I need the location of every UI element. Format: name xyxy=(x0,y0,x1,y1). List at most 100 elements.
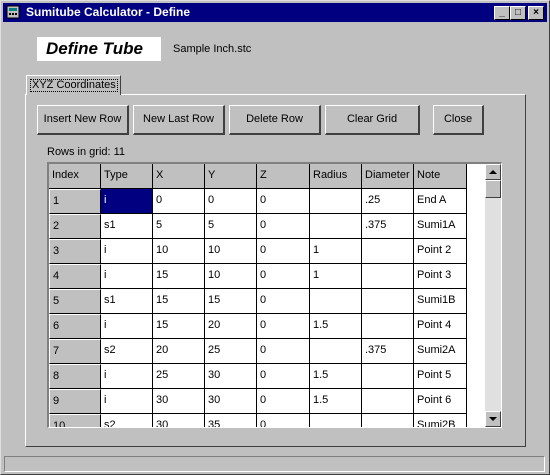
grid-cell[interactable]: 0 xyxy=(257,414,310,427)
column-header[interactable]: X xyxy=(153,164,205,189)
grid-cell[interactable]: Sumi1B xyxy=(414,289,467,314)
grid-cell[interactable]: 0 xyxy=(257,214,310,239)
grid-cell[interactable]: 30 xyxy=(153,414,205,427)
scroll-up-button[interactable] xyxy=(485,164,501,180)
grid-cell[interactable]: s2 xyxy=(101,414,153,427)
tab-xyz-coordinates[interactable]: XYZ Coordinates xyxy=(26,75,121,95)
grid-cell[interactable]: 30 xyxy=(205,364,257,389)
grid-cell[interactable]: .25 xyxy=(362,189,414,214)
grid-cell[interactable] xyxy=(310,289,362,314)
grid-cell[interactable]: i xyxy=(101,189,153,214)
grid-cell[interactable]: i xyxy=(101,364,153,389)
coordinates-grid[interactable]: Index Type X Y Z Radius Diameter Note 1 i 0 0 0.25 En… xyxy=(47,162,502,428)
row-index-cell[interactable]: 4 xyxy=(49,264,101,289)
row-index-cell[interactable]: 7 xyxy=(49,339,101,364)
maximize-button[interactable]: □ xyxy=(510,6,526,20)
row-index-cell[interactable]: 8 xyxy=(49,364,101,389)
grid-cell[interactable]: s1 xyxy=(101,289,153,314)
insert-new-row-button[interactable]: Insert New Row xyxy=(37,105,129,135)
close-window-button[interactable]: × xyxy=(528,6,544,20)
close-button[interactable]: Close xyxy=(433,105,484,135)
grid-cell[interactable]: 1.5 xyxy=(310,389,362,414)
grid-cell[interactable] xyxy=(362,364,414,389)
grid-cell[interactable]: 15 xyxy=(153,264,205,289)
grid-cell[interactable]: 10 xyxy=(153,239,205,264)
grid-cell[interactable]: 15 xyxy=(205,289,257,314)
grid-cell[interactable]: 0 xyxy=(257,389,310,414)
grid-cell[interactable]: 1.5 xyxy=(310,364,362,389)
grid-cell[interactable]: 0 xyxy=(153,189,205,214)
grid-cell[interactable]: 10 xyxy=(205,264,257,289)
grid-cell[interactable]: Sumi2B xyxy=(414,414,467,427)
grid-cell[interactable] xyxy=(362,239,414,264)
grid-cell[interactable]: 20 xyxy=(153,339,205,364)
grid-cell[interactable]: 0 xyxy=(205,189,257,214)
grid-cell[interactable]: 5 xyxy=(205,214,257,239)
grid-cell[interactable]: 0 xyxy=(257,314,310,339)
grid-cell[interactable]: Sumi2A xyxy=(414,339,467,364)
grid-cell[interactable]: Sumi1A xyxy=(414,214,467,239)
grid-cell[interactable] xyxy=(310,189,362,214)
grid-cell[interactable] xyxy=(310,414,362,427)
column-header[interactable]: Index xyxy=(49,164,101,189)
grid-cell[interactable]: 15 xyxy=(153,314,205,339)
delete-row-button[interactable]: Delete Row xyxy=(229,105,321,135)
grid-cell[interactable] xyxy=(310,339,362,364)
grid-cell[interactable]: Point 6 xyxy=(414,389,467,414)
grid-cell[interactable]: i xyxy=(101,239,153,264)
grid-cell[interactable]: Point 5 xyxy=(414,364,467,389)
title-bar[interactable]: Sumitube Calculator - Define _ □ × xyxy=(3,3,547,22)
row-index-cell[interactable]: 2 xyxy=(49,214,101,239)
grid-cell[interactable] xyxy=(310,214,362,239)
grid-cell[interactable] xyxy=(362,389,414,414)
grid-cell[interactable] xyxy=(362,314,414,339)
grid-cell[interactable]: 0 xyxy=(257,289,310,314)
scroll-down-button[interactable] xyxy=(485,411,501,427)
grid-cell[interactable]: i xyxy=(101,264,153,289)
row-index-cell[interactable]: 10 xyxy=(49,414,101,427)
row-index-cell[interactable]: 1 xyxy=(49,189,101,214)
column-header[interactable]: Y xyxy=(205,164,257,189)
column-header[interactable]: Diameter xyxy=(362,164,414,189)
grid-cell[interactable]: 10 xyxy=(205,239,257,264)
row-index-cell[interactable]: 9 xyxy=(49,389,101,414)
grid-cell[interactable]: i xyxy=(101,314,153,339)
column-header[interactable]: Z xyxy=(257,164,310,189)
scroll-thumb[interactable] xyxy=(485,180,501,198)
grid-cell[interactable]: .375 xyxy=(362,214,414,239)
grid-cell[interactable]: 0 xyxy=(257,264,310,289)
grid-cell[interactable]: 0 xyxy=(257,339,310,364)
grid-cell[interactable]: 35 xyxy=(205,414,257,427)
grid-cell[interactable]: s1 xyxy=(101,214,153,239)
grid-cell[interactable]: 25 xyxy=(205,339,257,364)
clear-grid-button[interactable]: Clear Grid xyxy=(325,105,420,135)
grid-cell[interactable]: .375 xyxy=(362,339,414,364)
grid-cell[interactable]: Point 2 xyxy=(414,239,467,264)
grid-cell[interactable]: Point 3 xyxy=(414,264,467,289)
grid-cell[interactable] xyxy=(362,414,414,427)
row-index-cell[interactable]: 6 xyxy=(49,314,101,339)
grid-cell[interactable]: Point 4 xyxy=(414,314,467,339)
grid-cell[interactable]: End A xyxy=(414,189,467,214)
grid-cell[interactable]: 0 xyxy=(257,239,310,264)
grid-cell[interactable]: 30 xyxy=(153,389,205,414)
column-header[interactable]: Type xyxy=(101,164,153,189)
grid-cell[interactable]: 15 xyxy=(153,289,205,314)
grid-cell[interactable]: 25 xyxy=(153,364,205,389)
grid-cell[interactable] xyxy=(362,289,414,314)
grid-cell[interactable]: 5 xyxy=(153,214,205,239)
grid-cell[interactable]: 30 xyxy=(205,389,257,414)
grid-cell[interactable]: 1 xyxy=(310,239,362,264)
new-last-row-button[interactable]: New Last Row xyxy=(133,105,225,135)
column-header[interactable]: Note xyxy=(414,164,467,189)
grid-cell[interactable] xyxy=(362,264,414,289)
grid-cell[interactable]: s2 xyxy=(101,339,153,364)
grid-cell[interactable]: 1 xyxy=(310,264,362,289)
column-header[interactable]: Radius xyxy=(310,164,362,189)
row-index-cell[interactable]: 5 xyxy=(49,289,101,314)
minimize-button[interactable]: _ xyxy=(494,6,510,20)
vertical-scrollbar[interactable] xyxy=(485,164,501,427)
grid-cell[interactable]: 20 xyxy=(205,314,257,339)
grid-cell[interactable]: i xyxy=(101,389,153,414)
row-index-cell[interactable]: 3 xyxy=(49,239,101,264)
